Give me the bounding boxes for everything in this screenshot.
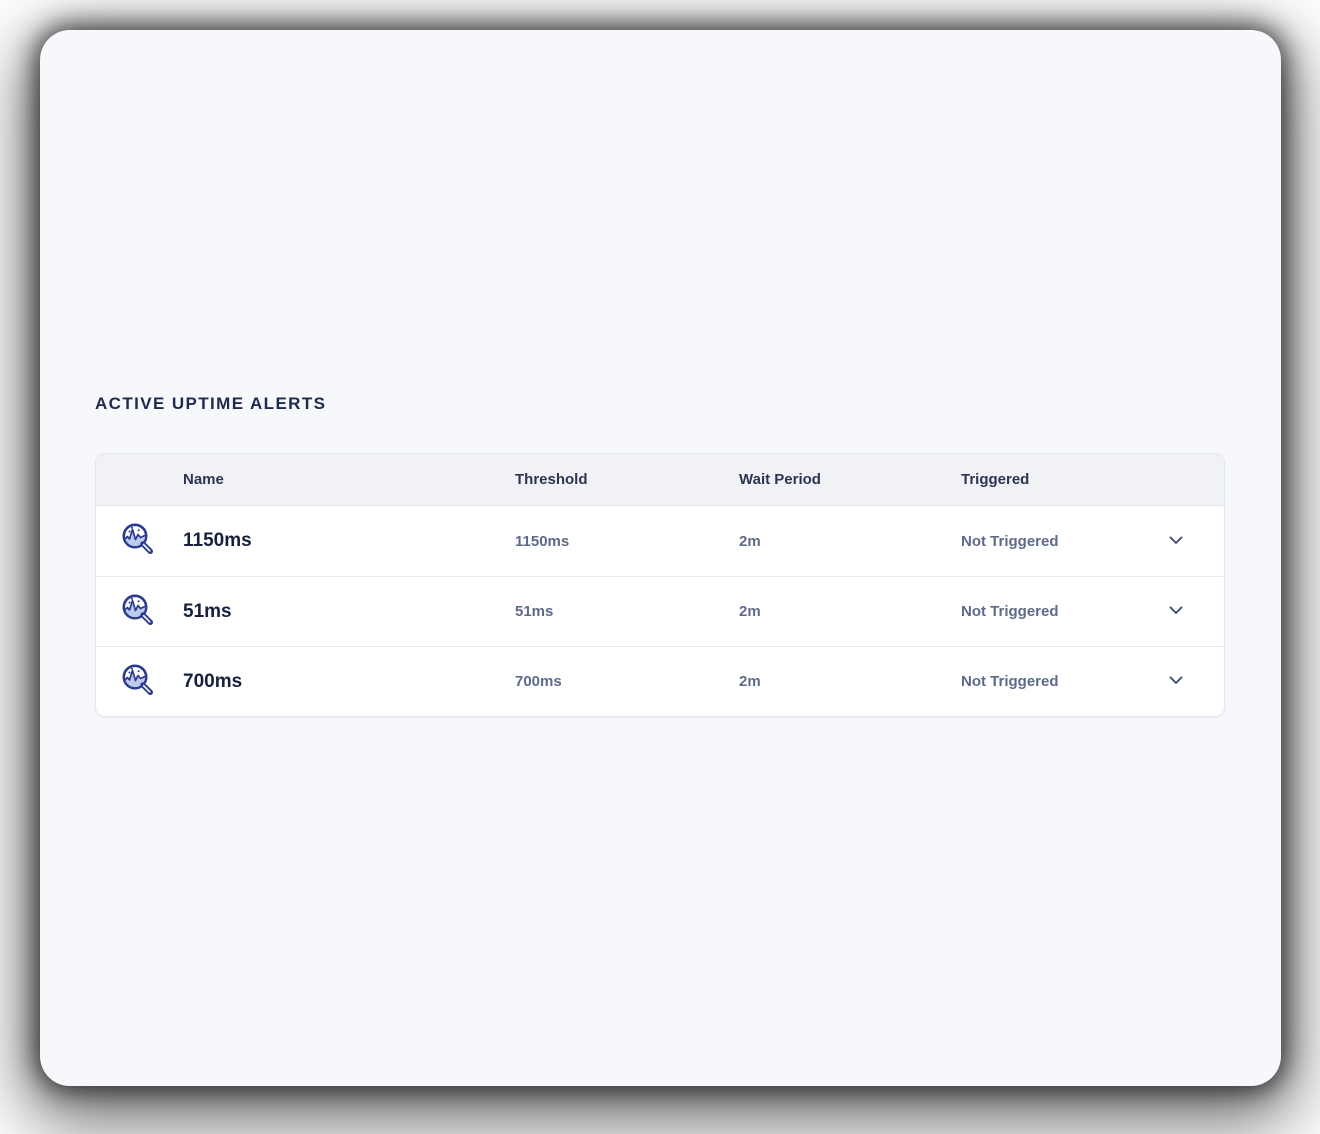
- uptime-alerts-table: Name Threshold Wait Period Triggered 115…: [95, 453, 1225, 717]
- expand-row-button[interactable]: [1161, 665, 1191, 698]
- uptime-monitor-magnifier-icon: [96, 662, 183, 702]
- uptime-monitor-magnifier-icon: [96, 521, 183, 561]
- table-row[interactable]: 700ms 700ms 2m Not Triggered: [96, 646, 1224, 716]
- column-header-triggered: Triggered: [961, 471, 1030, 488]
- table-row[interactable]: 51ms 51ms 2m Not Triggered: [96, 576, 1224, 646]
- alert-threshold: 51ms: [515, 603, 554, 620]
- alert-name: 51ms: [183, 600, 232, 622]
- expand-row-button[interactable]: [1161, 595, 1191, 628]
- alert-wait-period: 2m: [739, 673, 761, 690]
- alert-threshold: 700ms: [515, 673, 562, 690]
- alert-triggered-status: Not Triggered: [961, 673, 1059, 690]
- alert-threshold: 1150ms: [515, 532, 570, 550]
- alert-triggered-status: Not Triggered: [961, 603, 1059, 620]
- alert-name: 1150ms: [183, 530, 252, 551]
- column-header-threshold: Threshold: [515, 471, 588, 488]
- chevron-down-icon: [1165, 529, 1187, 554]
- column-header-name: Name: [183, 471, 224, 488]
- alert-triggered-status: Not Triggered: [961, 532, 1059, 550]
- uptime-monitor-magnifier-icon: [96, 592, 183, 632]
- table-header-row: Name Threshold Wait Period Triggered: [96, 454, 1224, 506]
- alert-wait-period: 2m: [739, 603, 761, 620]
- page-title: ACTIVE UPTIME ALERTS: [95, 394, 327, 413]
- alert-wait-period: 2m: [739, 532, 761, 550]
- expand-row-button[interactable]: [1161, 525, 1191, 558]
- table-row[interactable]: 1150ms 1150ms 2m Not Triggered: [96, 506, 1224, 576]
- screenshot-canvas: ACTIVE UPTIME ALERTS Name Threshold Wait…: [0, 0, 1320, 1134]
- main-content: ACTIVE UPTIME ALERTS Name Threshold Wait…: [40, 30, 1281, 717]
- chevron-down-icon: [1165, 599, 1187, 624]
- column-header-wait-period: Wait Period: [739, 471, 821, 488]
- alert-name: 700ms: [183, 670, 243, 692]
- app-window: ACTIVE UPTIME ALERTS Name Threshold Wait…: [40, 30, 1281, 1086]
- chevron-down-icon: [1165, 669, 1187, 694]
